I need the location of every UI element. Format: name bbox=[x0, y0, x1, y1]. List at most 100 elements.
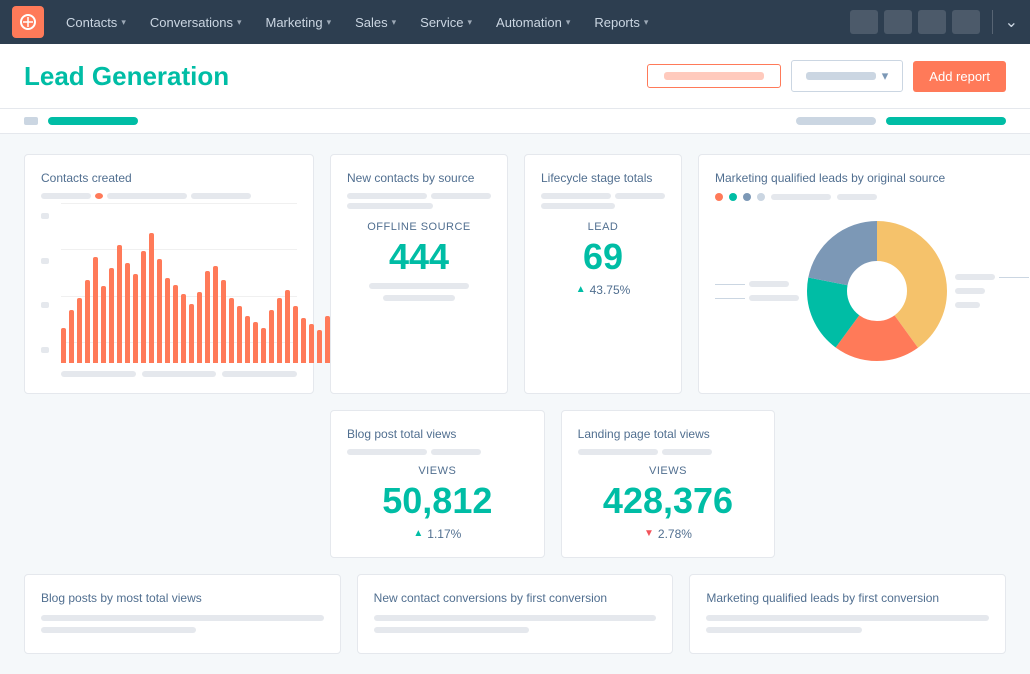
ls-bar-3 bbox=[541, 203, 615, 209]
chart-bar bbox=[101, 286, 106, 363]
hubspot-logo[interactable] bbox=[12, 6, 44, 38]
pie-left-labels bbox=[715, 281, 799, 301]
pie-right-labels bbox=[955, 274, 1029, 308]
bpv-bar-1 bbox=[347, 449, 427, 455]
x-label-2 bbox=[142, 371, 217, 377]
pie-text-bar-5 bbox=[955, 302, 980, 308]
header-bar-3 bbox=[191, 193, 251, 199]
nav-icon-4[interactable] bbox=[952, 10, 980, 34]
nav-icon-2[interactable] bbox=[884, 10, 912, 34]
filter-dropdown-button[interactable]: ▾ bbox=[791, 60, 904, 92]
chart-bar bbox=[325, 316, 330, 363]
filter-right bbox=[796, 117, 1006, 125]
chart-bar bbox=[277, 298, 282, 363]
new-contacts-bar-2 bbox=[383, 295, 455, 301]
nav-more-icon[interactable]: ⌄ bbox=[1005, 12, 1018, 32]
legend-dot-4 bbox=[757, 193, 765, 201]
nav-sales[interactable]: Sales ▾ bbox=[345, 11, 406, 34]
chart-bar bbox=[141, 251, 146, 363]
bottom-bar-1 bbox=[41, 615, 324, 621]
bpv-bars bbox=[347, 449, 528, 455]
lifecycle-change-value: 43.75% bbox=[590, 283, 631, 297]
new-contacts-source-label: OFFLINE SOURCE bbox=[347, 221, 491, 233]
bar-chart-wrapper bbox=[41, 203, 297, 377]
nav-icon-3[interactable] bbox=[918, 10, 946, 34]
new-contacts-card: New contacts by source OFFLINE SOURCE 44… bbox=[330, 154, 508, 394]
up-arrow-icon: ▲ bbox=[576, 284, 586, 295]
chart-bar bbox=[229, 298, 234, 363]
pie-text-bar-4 bbox=[955, 288, 985, 294]
chart-bar bbox=[61, 328, 66, 363]
bottom-bar-4 bbox=[374, 627, 529, 633]
nav-icon-1[interactable] bbox=[850, 10, 878, 34]
header-bar-2 bbox=[107, 193, 187, 199]
nav-divider bbox=[992, 10, 993, 34]
lifecycle-metric-label: LEAD bbox=[541, 221, 665, 233]
top-cards-grid: Contacts created bbox=[24, 154, 1006, 394]
chevron-down-icon: ▾ bbox=[468, 17, 473, 28]
pie-text-bar-2 bbox=[749, 295, 799, 301]
nav-marketing[interactable]: Marketing ▾ bbox=[255, 11, 341, 34]
bottom-bar-6 bbox=[706, 627, 861, 633]
header-bar-1 bbox=[41, 193, 91, 199]
chart-bar bbox=[221, 280, 226, 363]
lpv-bars bbox=[578, 449, 759, 455]
pie-text-bar-3 bbox=[955, 274, 995, 280]
legend-bar-1 bbox=[771, 194, 831, 200]
pie-label-row-4 bbox=[955, 288, 1029, 294]
pie-line-3 bbox=[999, 277, 1029, 278]
filter-left bbox=[24, 117, 138, 125]
pie-legend bbox=[715, 193, 1029, 201]
blog-change-value: 1.17% bbox=[427, 527, 461, 541]
pie-svg bbox=[807, 221, 947, 361]
bottom-card-1: Blog posts by most total views bbox=[24, 574, 341, 654]
lifecycle-value: 69 bbox=[541, 237, 665, 277]
chart-bar bbox=[197, 292, 202, 363]
y-label-4 bbox=[41, 347, 49, 353]
bottom-bar-2 bbox=[41, 627, 196, 633]
chart-bar bbox=[285, 290, 290, 363]
main-content: Contacts created bbox=[0, 134, 1030, 674]
spacer-2 bbox=[791, 410, 1006, 558]
chevron-down-icon: ▾ bbox=[392, 17, 397, 28]
bottom-card-1-title: Blog posts by most total views bbox=[41, 591, 324, 605]
bar-chart-x-labels bbox=[61, 371, 297, 377]
pie-label-row-1 bbox=[715, 281, 799, 287]
chart-bar bbox=[125, 263, 130, 363]
date-range-button[interactable] bbox=[647, 64, 781, 88]
legend-bar-2 bbox=[837, 194, 877, 200]
nav-service[interactable]: Service ▾ bbox=[410, 11, 482, 34]
chevron-down-icon: ▾ bbox=[237, 17, 242, 28]
filter-dot-gray bbox=[24, 117, 38, 125]
lifecycle-title: Lifecycle stage totals bbox=[541, 171, 665, 185]
chart-bar bbox=[85, 280, 90, 363]
chart-bar bbox=[149, 233, 154, 363]
legend-dot-3 bbox=[743, 193, 751, 201]
gridline bbox=[61, 203, 297, 204]
chevron-down-icon: ▾ bbox=[566, 17, 571, 28]
nav-automation[interactable]: Automation ▾ bbox=[486, 11, 580, 34]
ls-bars bbox=[541, 193, 665, 199]
bottom-card-3: Marketing qualified leads by first conve… bbox=[689, 574, 1006, 654]
bottom-card-2: New contact conversions by first convers… bbox=[357, 574, 674, 654]
date-range-label bbox=[664, 72, 764, 80]
blog-post-views-card: Blog post total views VIEWS 50,812 ▲ 1.1… bbox=[330, 410, 545, 558]
chart-bar bbox=[301, 318, 306, 363]
x-label-1 bbox=[61, 371, 136, 377]
chevron-down-icon: ▾ bbox=[121, 17, 126, 28]
spacer bbox=[24, 410, 314, 558]
contacts-created-title: Contacts created bbox=[41, 171, 297, 185]
nav-reports[interactable]: Reports ▾ bbox=[584, 11, 658, 34]
chart-bar bbox=[213, 266, 218, 363]
nav-conversations[interactable]: Conversations ▾ bbox=[140, 11, 252, 34]
bottom-card-3-title: Marketing qualified leads by first conve… bbox=[706, 591, 989, 605]
pie-label-row-3 bbox=[955, 274, 1029, 280]
nav-contacts[interactable]: Contacts ▾ bbox=[56, 11, 136, 34]
page-header: Lead Generation ▾ Add report bbox=[0, 44, 1030, 109]
red-dot bbox=[95, 193, 103, 199]
add-report-button[interactable]: Add report bbox=[913, 61, 1006, 92]
filter-bar bbox=[0, 109, 1030, 134]
pie-line-1 bbox=[715, 284, 745, 285]
blog-views-value: 50,812 bbox=[347, 481, 528, 521]
pie-chart-container bbox=[715, 211, 1029, 371]
